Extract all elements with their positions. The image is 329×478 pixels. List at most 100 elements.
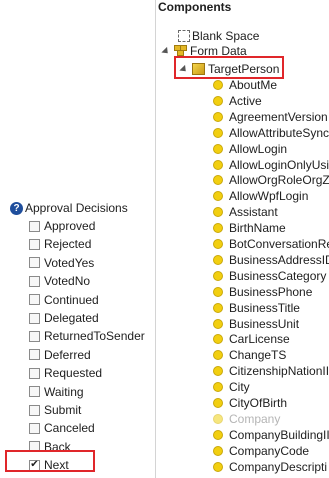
attribute-label: BusinessCategory [229,268,327,283]
attribute-item[interactable]: CitizenshipNationII [213,363,329,379]
attribute-item[interactable]: Company [213,411,280,427]
components-title: Components [158,0,232,14]
decision-label: Continued [44,292,99,307]
checkbox-icon[interactable] [29,275,40,287]
attribute-item[interactable]: Active [213,93,262,109]
attribute-item[interactable]: BusinessPhone [213,284,312,300]
attribute-label: CarLicense [229,332,290,347]
decision-returnedtosender-checkbox[interactable]: ReturnedToSender [29,327,145,345]
attribute-dot-icon [213,143,223,154]
attribute-label: AllowAttributeSync [229,125,329,140]
decision-label: Requested [44,366,103,381]
checkbox-icon[interactable] [29,422,40,434]
checkbox-icon[interactable] [29,294,40,306]
decision-label: VotedNo [44,274,91,289]
attribute-item[interactable]: AllowWpfLogin [213,188,308,204]
attribute-item[interactable]: BusinessTitle [213,300,300,316]
attribute-label: CitizenshipNationII [229,364,329,379]
blank-space-icon [178,30,190,42]
checkbox-icon[interactable] [29,349,40,361]
decision-continued-checkbox[interactable]: Continued [29,291,99,309]
attribute-item[interactable]: CityOfBirth [213,395,287,411]
decision-approved-checkbox[interactable]: Approved [29,217,95,235]
checkbox-icon[interactable] [29,367,40,379]
attribute-dot-icon [213,175,223,186]
attribute-label: BusinessAddressID [229,252,329,267]
attribute-item[interactable]: City [213,379,250,395]
decision-label: Canceled [44,421,95,436]
attribute-label: AgreementVersion [229,109,328,124]
attribute-label: BusinessUnit [229,316,300,331]
blank-space-label: Blank Space [192,29,260,43]
attribute-label: CityOfBirth [229,396,288,410]
attribute-item[interactable]: BusinessAddressID [213,252,329,268]
next-highlight-box [5,450,95,472]
checkbox-icon[interactable] [29,404,40,416]
attribute-dot-icon [213,191,223,202]
attribute-item[interactable]: ChangeTS [213,347,286,363]
attribute-dot-icon [213,429,223,440]
attribute-dot-icon [213,111,223,122]
attribute-label: AllowLoginOnlyUsi [229,157,329,172]
attribute-label: AllowOrgRoleOrgZ [229,173,329,188]
decision-label: Approved [44,219,96,233]
checkbox-icon[interactable] [29,330,40,342]
attribute-label: BirthName [229,221,286,236]
decision-label: Submit [44,403,82,417]
attribute-dot-icon [213,350,223,361]
approval-panel: ? Approval Decisions Approved Rejected Vot… [0,0,156,478]
decision-delegated-checkbox[interactable]: Delegated [29,309,99,327]
checkbox-icon[interactable] [29,257,40,269]
attribute-dot-icon [213,80,223,90]
checkbox-icon[interactable] [29,386,40,398]
attribute-item[interactable]: CompanyBuildingII [213,427,329,443]
help-icon[interactable]: ? [10,201,23,215]
approval-decisions-header: ? Approval Decisions [10,200,128,216]
attribute-label: Company [229,411,281,426]
attribute-label: Active [229,93,262,108]
attribute-item[interactable]: AllowOrgRoleOrgZ [213,172,329,188]
decision-label: Delegated [44,311,99,325]
attribute-item[interactable]: BotConversationRe [213,236,329,252]
decision-votedno-checkbox[interactable]: VotedNo [29,272,90,290]
attribute-label: City [229,380,250,395]
checkbox-icon[interactable] [29,312,40,324]
checkbox-icon[interactable] [29,238,40,250]
attribute-item[interactable]: CarLicense [213,331,290,347]
attribute-dot-icon [213,95,223,106]
decision-waiting-checkbox[interactable]: Waiting [29,383,84,401]
decision-deferred-checkbox[interactable]: Deferred [29,346,91,364]
attribute-item[interactable]: AboutMe [213,77,277,93]
attribute-dot-icon [213,270,223,281]
attribute-item[interactable]: BirthName [213,220,286,236]
attribute-item[interactable]: CompanyDescripti [213,459,327,475]
decision-votedyes-checkbox[interactable]: VotedYes [29,254,94,272]
checkbox-icon[interactable] [29,220,40,232]
tree-item-blank-space[interactable]: Blank Space [178,28,259,44]
decision-requested-checkbox[interactable]: Requested [29,364,102,382]
attribute-dot-icon [213,302,223,313]
expand-arrow-icon[interactable] [161,46,171,56]
approval-decisions-title: Approval Decisions [25,201,128,215]
decision-submit-checkbox[interactable]: Submit [29,401,81,419]
attribute-label: CompanyDescripti [229,459,328,474]
attribute-item[interactable]: BusinessUnit [213,316,299,332]
attribute-dot-icon [213,366,223,377]
decision-canceled-checkbox[interactable]: Canceled [29,419,95,437]
attribute-item[interactable]: CompanyCode [213,443,309,459]
attribute-item[interactable]: AllowLoginOnlyUsi [213,157,329,173]
attribute-item[interactable]: AllowAttributeSync [213,125,329,141]
attribute-item[interactable]: AgreementVersion [213,109,328,125]
attribute-item[interactable]: AllowLogin [213,141,287,157]
components-panel: Components Blank Space Form Data TargetP… [156,0,329,478]
attribute-dot-icon [213,239,223,249]
attribute-dot-icon [213,413,223,424]
decision-rejected-checkbox[interactable]: Rejected [29,235,91,253]
attribute-dot-icon [213,445,223,456]
attribute-dot-icon [213,318,223,329]
attribute-item[interactable]: BusinessCategory [213,268,326,284]
attribute-item[interactable]: Assistant [213,204,278,220]
attribute-dot-icon [213,398,223,408]
decision-label: ReturnedToSender [44,329,145,344]
attribute-dot-icon [213,382,223,393]
